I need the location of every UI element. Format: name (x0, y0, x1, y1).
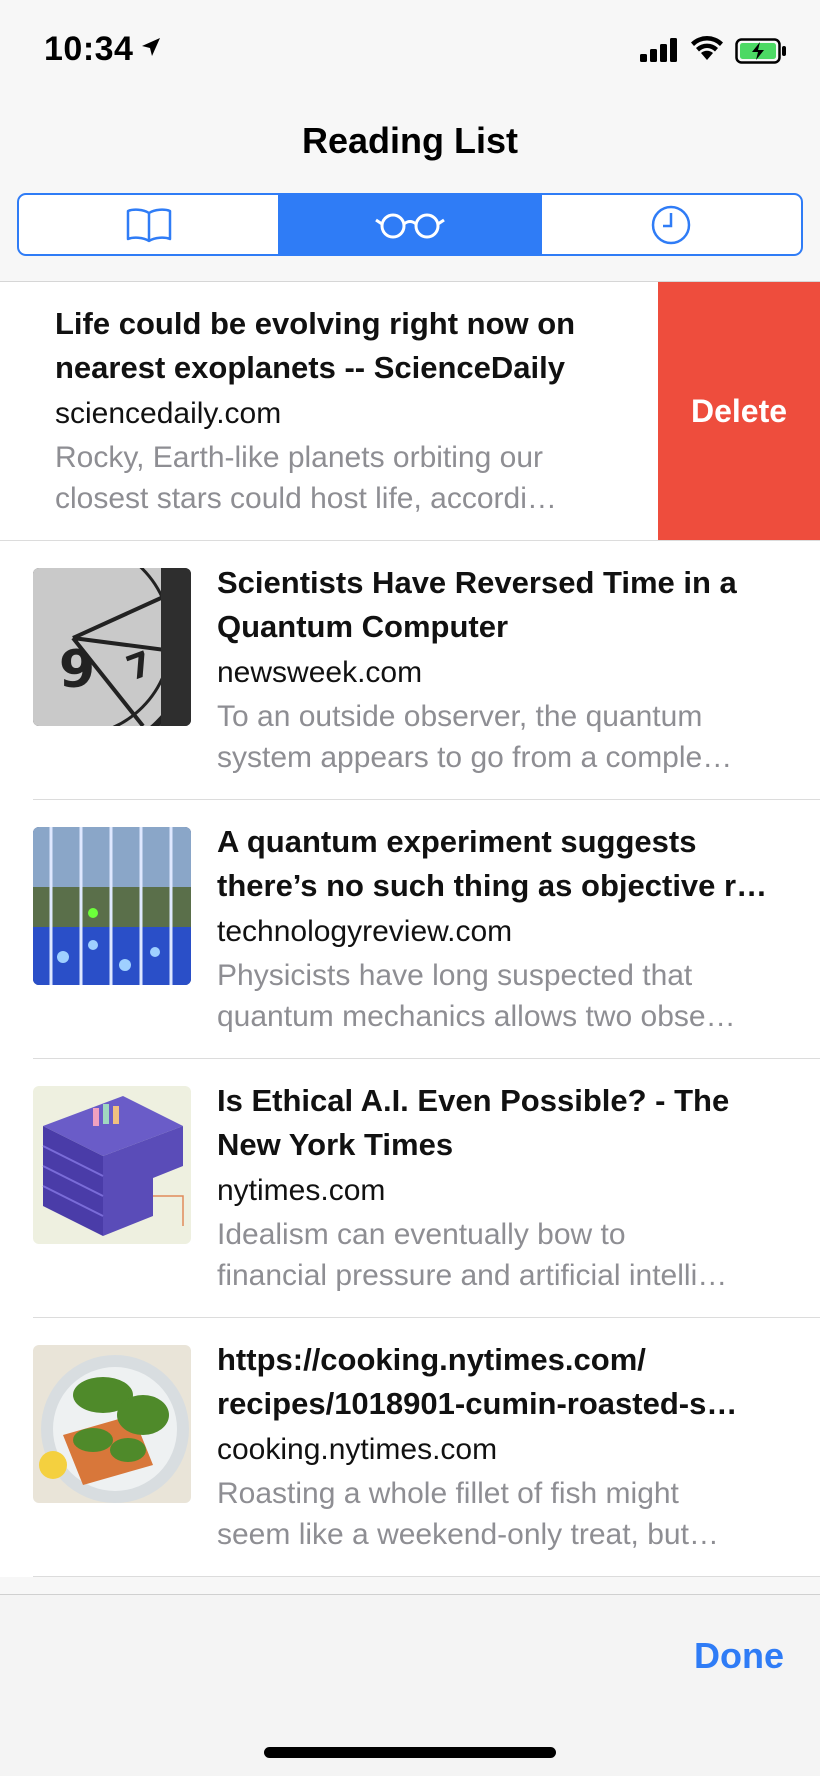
tab-bookmarks[interactable] (19, 195, 281, 254)
item-domain: newsweek.com (217, 656, 423, 689)
item-title: A quantum experiment suggests (217, 824, 697, 859)
wifi-icon (691, 36, 723, 60)
item-title: nearest exoplanets -- ScienceDaily (55, 350, 566, 385)
thumbnail-illustration (33, 1086, 191, 1244)
list-item[interactable]: https://cooking.nytimes.com/ recipes/101… (0, 1318, 820, 1577)
list-item[interactable]: Is Ethical A.I. Even Possible? - The New… (0, 1059, 820, 1318)
item-title: New York Times (217, 1127, 454, 1162)
item-excerpt: Roasting a whole fillet of fish might (217, 1477, 679, 1510)
bottom-toolbar: Done (0, 1594, 820, 1776)
item-excerpt: closest stars could host life, accordi… (55, 482, 557, 515)
glasses-icon (375, 213, 445, 238)
item-title: https://cooking.nytimes.com/ (217, 1342, 646, 1377)
page-title: Reading List (301, 120, 519, 161)
item-domain: technologyreview.com (217, 915, 513, 948)
location-arrow-icon (142, 38, 160, 56)
list-item[interactable]: 6 7 Scientists Have Reversed Time in a Q… (0, 541, 820, 800)
item-title: Is Ethical A.I. Even Possible? - The (217, 1083, 730, 1118)
svg-text:6: 6 (59, 636, 95, 696)
item-title: Scientists Have Reversed Time in a (217, 565, 737, 600)
item-title: Quantum Computer (217, 609, 509, 644)
thumbnail-quantum-lab (33, 827, 191, 985)
battery-charging-icon (735, 38, 786, 64)
divider (33, 1576, 820, 1577)
clock-icon (652, 205, 691, 244)
list-item[interactable]: A quantum experiment suggests there’s no… (0, 800, 820, 1059)
item-text: Scientists Have Reversed Time in a Quant… (217, 561, 797, 777)
delete-button[interactable]: Delete (658, 282, 820, 541)
item-excerpt: system appears to go from a comple… (217, 741, 733, 774)
item-excerpt: To an outside observer, the quantum (217, 700, 703, 733)
item-text: Is Ethical A.I. Even Possible? - The New… (217, 1079, 797, 1295)
item-excerpt: Rocky, Earth-like planets orbiting our (55, 441, 543, 474)
item-excerpt: Idealism can eventually bow to (217, 1218, 626, 1251)
reading-list: Life could be evolving right now on near… (0, 282, 820, 1577)
item-title: recipes/1018901-cumin-roasted-s… (217, 1386, 738, 1421)
item-domain: cooking.nytimes.com (217, 1433, 498, 1466)
item-text: https://cooking.nytimes.com/ recipes/101… (217, 1338, 797, 1554)
segmented-control (17, 193, 803, 256)
home-indicator[interactable] (264, 1747, 556, 1758)
thumbnail-clock: 6 7 (33, 568, 191, 726)
item-title: Life could be evolving right now on (55, 306, 576, 341)
status-bar: 10:34 (0, 0, 820, 100)
status-time: 10:34 (44, 30, 134, 68)
item-domain: nytimes.com (217, 1174, 386, 1207)
item-text: A quantum experiment suggests there’s no… (217, 820, 797, 1036)
thumbnail-partial (0, 312, 15, 462)
list-item-swiped[interactable]: Life could be evolving right now on near… (0, 282, 820, 541)
tab-history[interactable] (542, 195, 801, 254)
signal-icon (640, 38, 677, 62)
item-excerpt: quantum mechanics allows two obse… (217, 1000, 736, 1033)
item-title: there’s no such thing as objective r… (217, 868, 768, 903)
book-icon (126, 207, 171, 242)
item-excerpt: financial pressure and artificial intell… (217, 1259, 728, 1292)
done-button[interactable]: Done (694, 1635, 784, 1677)
item-text: Life could be evolving right now on near… (55, 302, 615, 518)
item-domain: sciencedaily.com (55, 397, 282, 430)
tab-reading-list[interactable] (280, 195, 542, 254)
item-excerpt: seem like a weekend-only treat, but… (217, 1518, 719, 1551)
item-excerpt: Physicists have long suspected that (217, 959, 693, 992)
thumbnail-food (33, 1345, 191, 1503)
